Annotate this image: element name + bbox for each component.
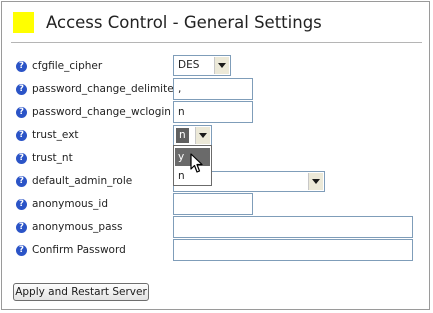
cfgfile-cipher-value: DES [178,59,200,71]
mouse-pointer-icon [190,153,203,173]
help-icon[interactable]: ? [16,130,27,141]
confirm-password-label: Confirm Password [32,244,126,256]
trust-ext-label: trust_ext [32,129,79,141]
trust-nt-label: trust_nt [32,152,73,164]
help-icon[interactable]: ? [16,84,27,95]
default-admin-role-label: default_admin_role [32,175,133,187]
chevron-down-icon[interactable] [214,57,229,74]
help-icon[interactable]: ? [16,199,27,210]
chevron-down-icon[interactable] [308,173,323,190]
help-icon[interactable]: ? [16,107,27,118]
password-change-wclogin-input[interactable]: n [173,101,253,123]
cfgfile-cipher-label: cfgfile_cipher [32,60,103,72]
header-divider [11,42,422,43]
help-icon[interactable]: ? [16,245,27,256]
anonymous-id-label: anonymous_id [32,198,108,210]
confirm-password-input[interactable] [173,239,413,261]
anonymous-pass-input[interactable] [173,216,413,238]
password-change-wclogin-label: password_change_wclogin [32,106,171,118]
apply-restart-button[interactable]: Apply and Restart Server [13,283,149,301]
password-change-delimiter-label: password_change_delimiter [32,83,178,95]
cfgfile-cipher-select[interactable]: DES [173,55,231,76]
help-icon[interactable]: ? [16,176,27,187]
password-change-delimiter-input[interactable]: , [173,78,253,100]
trust-ext-value: n [176,128,189,143]
chevron-down-icon[interactable] [195,127,210,144]
trust-ext-select[interactable]: n [173,125,212,146]
anonymous-id-input[interactable] [173,193,253,215]
help-icon[interactable]: ? [16,61,27,72]
help-icon[interactable]: ? [16,222,27,233]
yellow-status-icon [13,12,34,33]
help-icon[interactable]: ? [16,153,27,164]
anonymous-pass-label: anonymous_pass [32,221,123,233]
page-title: Access Control - General Settings [46,13,322,32]
